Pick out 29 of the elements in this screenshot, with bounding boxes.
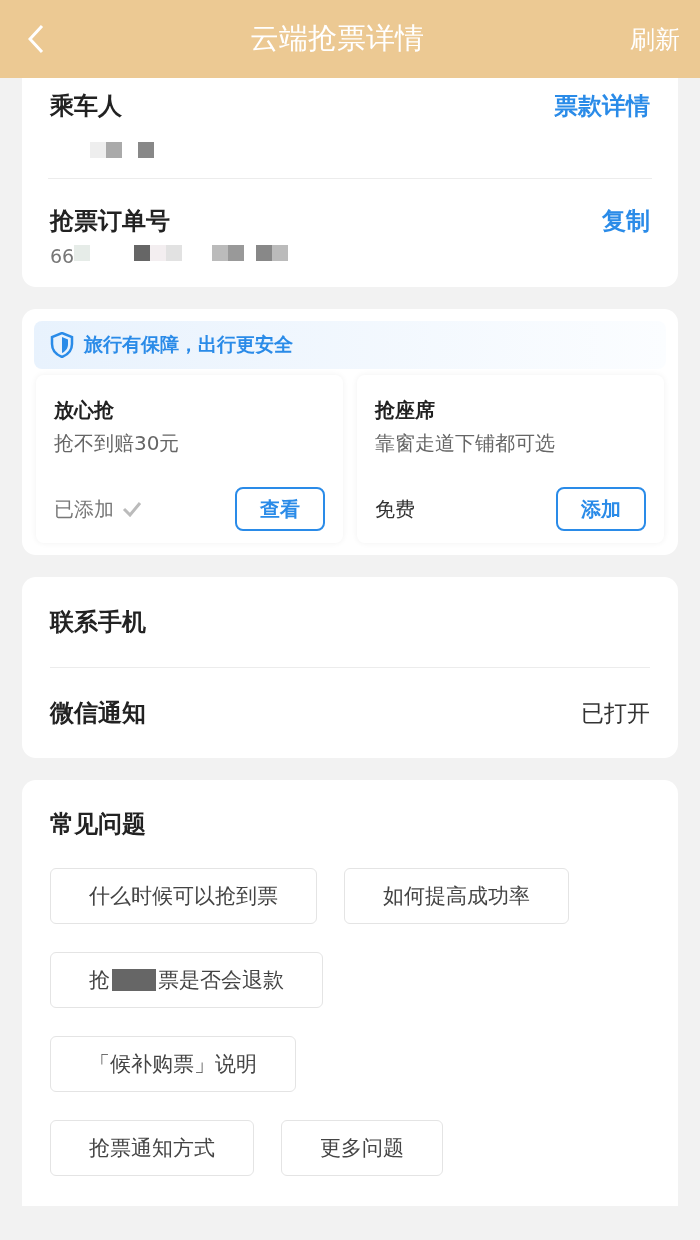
faq-button[interactable]: 更多问题: [281, 1120, 443, 1176]
option-button[interactable]: 添加: [556, 487, 646, 531]
option-subtitle: 靠窗走道下铺都可选: [375, 430, 556, 457]
page-title: 云端抢票详情: [250, 20, 424, 57]
copy-link[interactable]: 复制: [602, 205, 650, 237]
faq-button[interactable]: 什么时候可以抢到票: [50, 868, 317, 924]
setting-label: 联系手机: [50, 607, 146, 638]
fare-details-link[interactable]: 票款详情: [554, 90, 650, 122]
order-number-label: 抢票订单号: [50, 206, 170, 237]
banner-text: 旅行有保障，出行更安全: [84, 332, 293, 357]
option-title: 抢座席: [375, 397, 436, 424]
check-icon: [122, 501, 142, 517]
faq-button[interactable]: 如何提高成功率: [344, 868, 569, 924]
option-status: 已添加: [54, 495, 114, 523]
passenger-label: 乘车人: [50, 91, 122, 122]
setting-value: 已打开: [581, 698, 650, 728]
redaction-mosaic: [90, 142, 154, 158]
shield-icon: [50, 332, 74, 358]
back-icon[interactable]: [28, 24, 44, 54]
faq-button[interactable]: 抢 票是否会退款: [50, 952, 323, 1008]
order-number: 66: [50, 245, 75, 267]
faq-button[interactable]: 抢票通知方式: [50, 1120, 254, 1176]
faq-title: 常见问题: [50, 809, 147, 840]
setting-label: 微信通知: [50, 698, 146, 729]
option-button[interactable]: 查看: [235, 487, 325, 531]
option-subtitle: 抢不到赔30元: [54, 430, 181, 457]
option-status: 免费: [375, 495, 415, 523]
option-title: 放心抢: [54, 397, 115, 424]
faq-button[interactable]: 「候补购票」说明: [50, 1036, 296, 1092]
